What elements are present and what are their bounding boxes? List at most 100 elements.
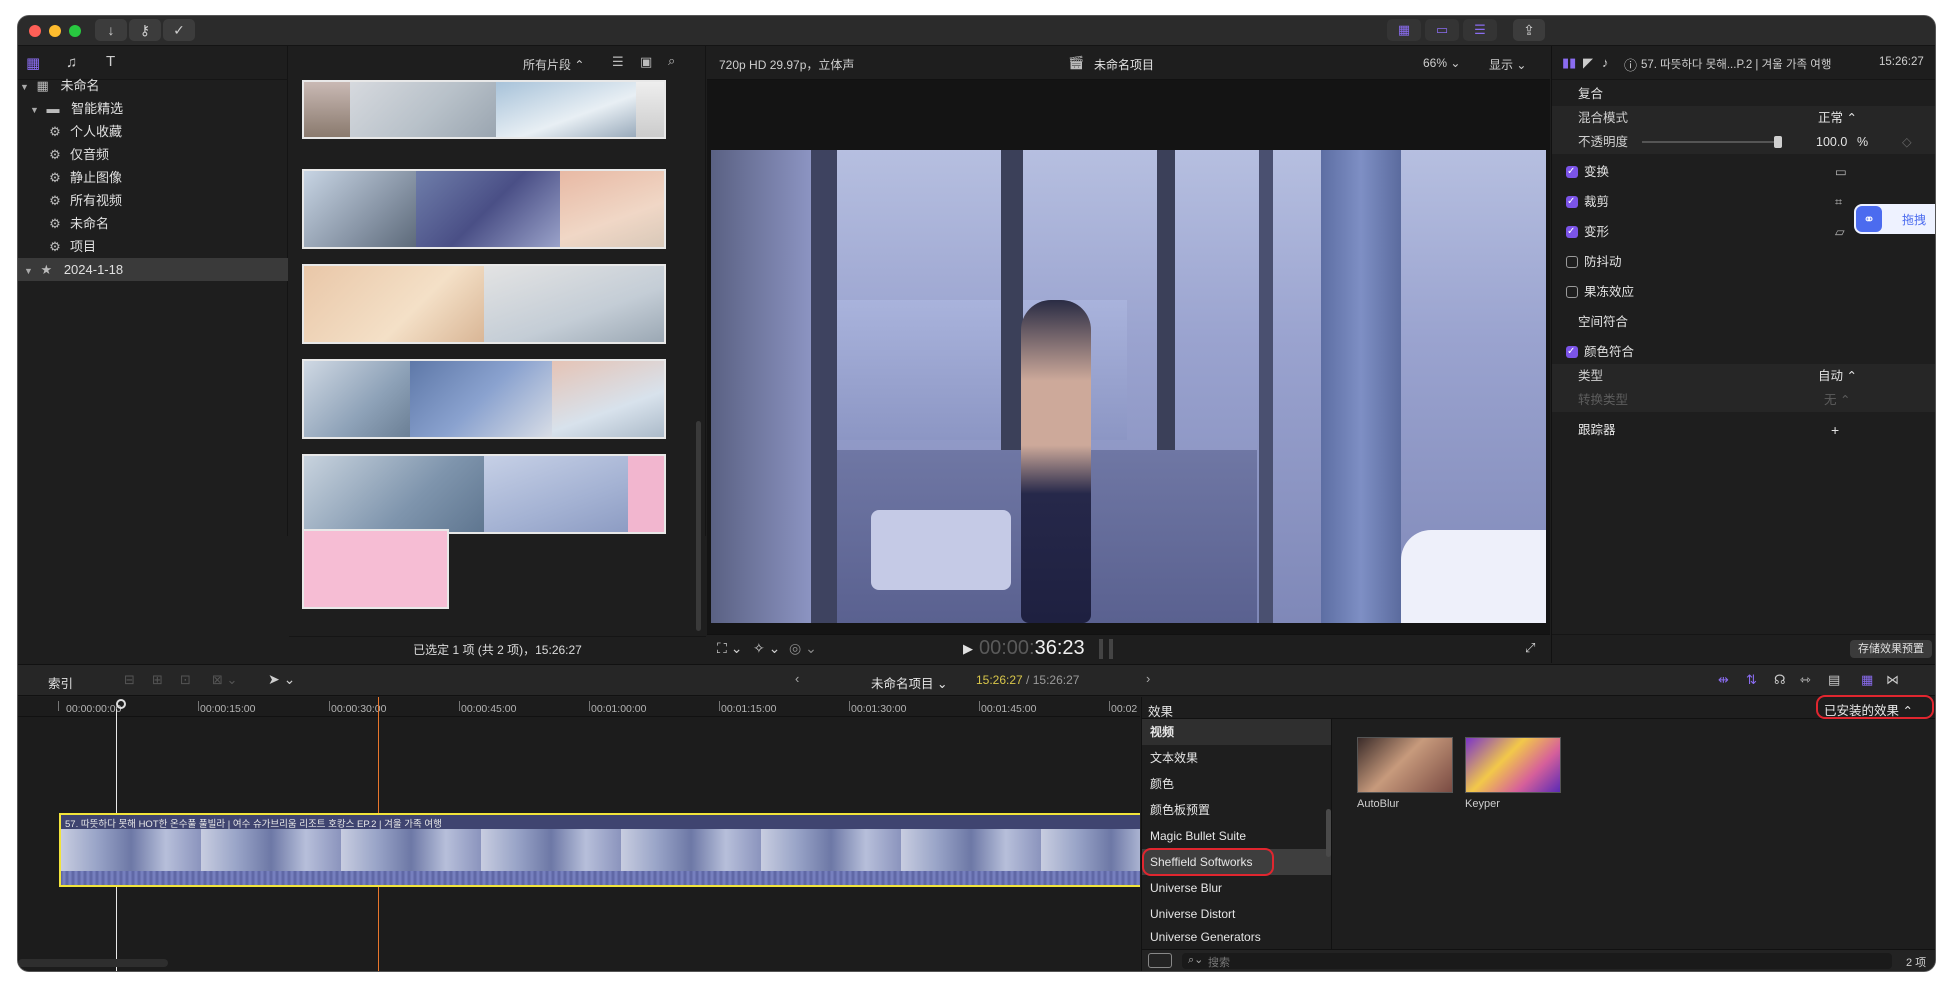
timeline-area[interactable]: 00:00:00:00 00:00:15:00 00:00:30:00 00:0… <box>18 697 1140 971</box>
background-tasks-icon[interactable]: ✓ <box>163 19 195 41</box>
browser-scrollbar[interactable] <box>696 421 701 631</box>
transform-tools-icon[interactable]: ⛶ ⌄ <box>717 640 742 657</box>
skimming-icon[interactable]: ⇹ <box>1718 672 1729 688</box>
rolling-shutter-row[interactable]: 果冻效应 <box>1552 280 1935 304</box>
category-video[interactable]: 视频 <box>1142 719 1331 745</box>
sidebar-item-audio-only[interactable]: ⚙ 仅音频 <box>18 143 288 166</box>
opacity-value[interactable]: 100.0 <box>1816 130 1847 154</box>
crop-checkbox[interactable] <box>1566 190 1578 214</box>
library-root[interactable]: ▼ ▦ 未命名 <box>18 74 288 97</box>
rolling-shutter-checkbox[interactable] <box>1566 286 1578 298</box>
blend-mode-popup[interactable]: 正常 ⌃ <box>1818 106 1857 130</box>
transitions-browser-icon[interactable]: ⋈ <box>1886 672 1899 688</box>
filmstrip-title-card[interactable] <box>302 529 449 609</box>
effects-browser-icon[interactable]: ▦ <box>1861 672 1873 688</box>
clip-appearance-icon[interactable]: ▤ <box>1828 672 1840 688</box>
smart-collections-folder[interactable]: ▼ ▬ 智能精选 <box>18 97 288 120</box>
category-text-effects[interactable]: 文本效果 <box>1142 745 1331 771</box>
spatial-conform-row[interactable]: 空间符合 <box>1552 310 1935 334</box>
category-color-board-presets[interactable]: 颜色板预置 <box>1142 797 1331 823</box>
filmstrip-clip-2[interactable] <box>302 169 666 249</box>
category-universe-distort[interactable]: Universe Distort <box>1142 901 1331 927</box>
enhance-wand-icon[interactable]: ✧ ⌄ <box>753 640 780 657</box>
zoom-menu[interactable]: 66% ⌄ <box>1423 56 1460 70</box>
filmstrip-clip-5[interactable] <box>302 454 666 534</box>
titles-generators-icon[interactable]: T <box>106 53 115 70</box>
select-tool-icon[interactable]: ➤ ⌄ <box>268 671 295 688</box>
filmstrip-clip-3[interactable] <box>302 264 666 344</box>
effect-name-keyper[interactable]: Keyper <box>1465 798 1500 810</box>
audio-skimming-icon[interactable]: ⇅ <box>1746 672 1757 688</box>
color-conform-row[interactable]: 颜色符合 <box>1552 340 1935 364</box>
filmstrip-clip-4[interactable] <box>302 359 666 439</box>
event-item[interactable]: ▼ ★ 2024-1-18 <box>18 258 288 281</box>
filmstrip-view-icon[interactable]: ▣ <box>640 54 652 70</box>
opacity-slider[interactable] <box>1642 136 1782 148</box>
sidebar-item-favorites[interactable]: ⚙ 个人收藏 <box>18 120 288 143</box>
overwrite-clip-icon[interactable]: ⊠ ⌄ <box>212 672 237 688</box>
disclosure-down-icon[interactable]: ▼ <box>24 266 33 276</box>
display-menu[interactable]: 显示 ⌄ <box>1489 56 1526 73</box>
distort-checkbox[interactable] <box>1566 220 1578 244</box>
transform-row[interactable]: 变换 ▭ <box>1552 160 1935 184</box>
headphones-icon[interactable]: ☊ <box>1774 672 1786 688</box>
floating-drag-badge[interactable]: ⚭ 拖拽 <box>1854 204 1935 234</box>
video-frame[interactable] <box>711 150 1546 623</box>
insert-clip-icon[interactable]: ⊞ <box>152 672 163 688</box>
category-universe-blur[interactable]: Universe Blur <box>1142 875 1331 901</box>
search-icon[interactable]: ⌕ <box>668 53 675 69</box>
connect-clip-icon[interactable]: ⊟ <box>124 672 135 688</box>
keyframe-diamond-icon[interactable]: ◇ <box>1902 130 1912 154</box>
libraries-icon[interactable]: ▦ <box>26 54 40 72</box>
speed-icon[interactable]: ◎ ⌄ <box>789 640 817 657</box>
list-view-icon[interactable]: ☰ <box>612 54 624 70</box>
timecode-display[interactable]: 00:00:36:23 <box>979 637 1085 660</box>
transform-onscreen-icon[interactable]: ▭ <box>1835 160 1847 184</box>
timeline-scrollbar[interactable] <box>18 959 168 967</box>
opacity-slider-knob[interactable] <box>1774 136 1782 148</box>
forward-arrow-icon[interactable]: › <box>1146 671 1150 686</box>
sidebar-item-all-video[interactable]: ⚙ 所有视频 <box>18 189 288 212</box>
category-universe-generators[interactable]: Universe Generators <box>1142 931 1331 947</box>
play-button[interactable]: ▶ <box>963 641 973 657</box>
import-icon[interactable]: ↓ <box>95 19 127 41</box>
sidebar-item-projects[interactable]: ⚙ 项目 <box>18 235 288 258</box>
transform-checkbox[interactable] <box>1566 160 1578 184</box>
color-inspector-icon[interactable]: ◤ <box>1583 55 1593 71</box>
index-button[interactable]: 索引 <box>48 673 73 692</box>
effect-name-autoblur[interactable]: AutoBlur <box>1357 798 1399 810</box>
append-clip-icon[interactable]: ⊡ <box>180 672 191 688</box>
disclosure-down-icon[interactable]: ▼ <box>30 105 39 115</box>
tracker-add-button[interactable]: + <box>1831 418 1839 442</box>
timeline-clip[interactable]: 57. 따뜻하다 못해 HOT한 온수풀 풀빌라 | 여수 슈가브리움 리조트 … <box>59 813 1140 887</box>
stabilization-row[interactable]: 防抖动 <box>1552 250 1935 274</box>
timeline-ruler[interactable]: 00:00:00:00 00:00:15:00 00:00:30:00 00:0… <box>18 697 1140 717</box>
snapping-icon[interactable]: ⇿ <box>1800 672 1811 688</box>
sidebar-item-untitled[interactable]: ⚙ 未命名 <box>18 212 288 235</box>
effects-search-field[interactable]: ⌕⌄ 搜索 <box>1182 953 1892 969</box>
category-color[interactable]: 颜色 <box>1142 771 1331 797</box>
minimize-window-button[interactable] <box>49 25 61 37</box>
zoom-window-button[interactable] <box>69 25 81 37</box>
color-conform-checkbox[interactable] <box>1566 340 1578 364</box>
clip-filter-menu[interactable]: 所有片段 ⌃ <box>523 56 584 73</box>
browser-layout-icon[interactable]: ▦ <box>1387 19 1421 41</box>
effect-thumb-keyper[interactable] <box>1465 737 1561 793</box>
filmstrip-clip-1[interactable] <box>302 80 666 139</box>
info-inspector-icon[interactable]: ⓘ <box>1624 55 1637 74</box>
skimmer-head[interactable] <box>116 699 126 709</box>
effect-thumb-autoblur[interactable] <box>1357 737 1453 793</box>
keywords-icon[interactable]: ⚷ <box>129 19 161 41</box>
inspector-layout-icon[interactable]: ☰ <box>1463 19 1497 41</box>
category-scrollbar[interactable] <box>1326 809 1331 857</box>
photos-audio-icon[interactable]: ♫ <box>66 54 77 71</box>
disclosure-down-icon[interactable]: ▼ <box>20 82 29 92</box>
composite-section[interactable]: 复合 <box>1552 82 1935 106</box>
stabilization-checkbox[interactable] <box>1566 256 1578 268</box>
category-magic-bullet[interactable]: Magic Bullet Suite <box>1142 823 1331 849</box>
close-window-button[interactable] <box>29 25 41 37</box>
audio-inspector-icon[interactable]: ♪ <box>1602 55 1609 70</box>
fullscreen-icon[interactable]: ⤢ <box>1525 640 1535 656</box>
video-inspector-icon[interactable]: ▮▮ <box>1562 55 1576 71</box>
back-arrow-icon[interactable]: ‹ <box>795 671 799 686</box>
